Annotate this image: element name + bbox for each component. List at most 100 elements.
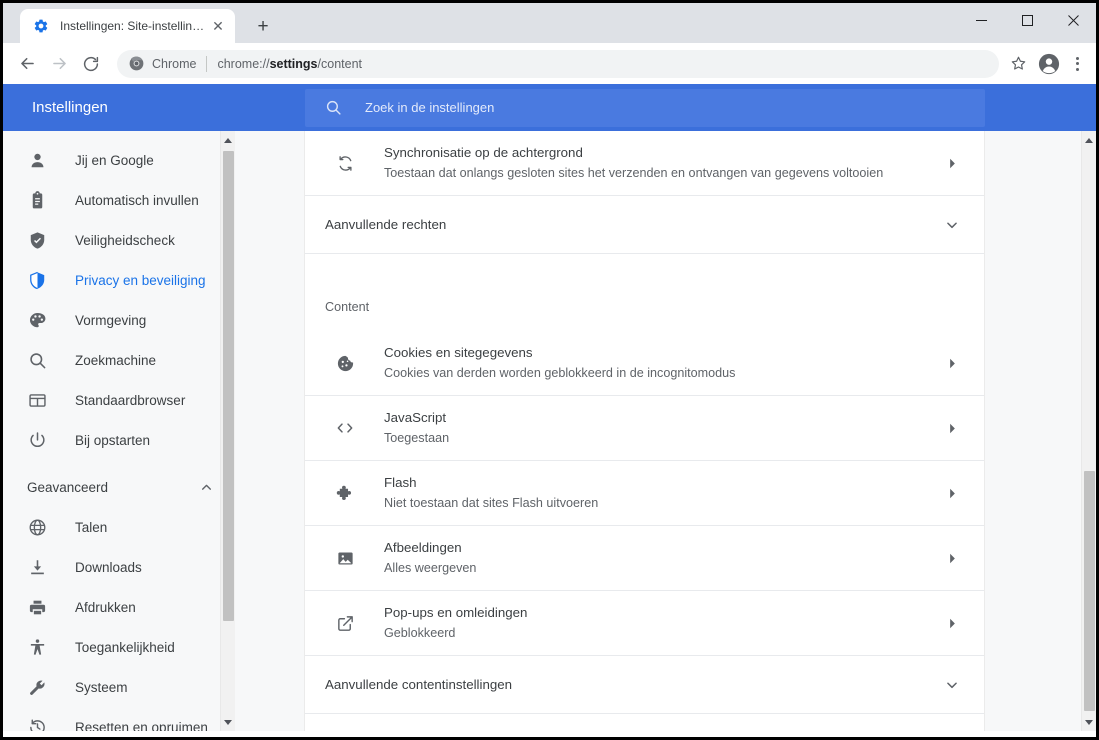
close-icon[interactable] [1050, 3, 1096, 37]
setting-subtitle: Toegestaan [384, 429, 942, 448]
chevron-right-icon[interactable] [942, 423, 962, 434]
sidebar-item-label: Bij opstarten [75, 433, 150, 448]
setting-subtitle: Alles weergeven [384, 559, 942, 578]
setting-row-afbeeldingen[interactable]: Afbeeldingen Alles weergeven [305, 526, 984, 591]
sidebar-item-veiligheidscheck[interactable]: Veiligheidscheck [3, 220, 235, 260]
accessibility-icon [27, 637, 47, 657]
shield-half-icon [27, 270, 47, 290]
chrome-logo-icon [129, 56, 144, 71]
sidebar-item-bij-opstarten[interactable]: Bij opstarten [3, 420, 235, 460]
browser-window: Instellingen: Site-instellingen ✕ + [3, 3, 1096, 737]
sidebar-item-privacy-en-beveiliging[interactable]: Privacy en beveiliging [3, 260, 235, 300]
sidebar-group-label: Geavanceerd [27, 480, 200, 495]
sidebar-item-label: Zoekmachine [75, 353, 156, 368]
setting-title: Afbeeldingen [384, 538, 942, 557]
setting-row-background-sync[interactable]: Synchronisatie op de achtergrond Toestaa… [305, 131, 984, 196]
chevron-right-icon[interactable] [942, 488, 962, 499]
back-arrow-icon[interactable] [11, 48, 43, 80]
setting-title: Cookies en sitegegevens [384, 343, 942, 362]
scroll-up-icon[interactable] [1082, 132, 1096, 148]
sidebar-group-geavanceerd[interactable]: Geavanceerd [3, 467, 235, 507]
address-bar[interactable]: Chrome chrome://settings/content [117, 50, 999, 78]
search-input[interactable]: Zoek in de instellingen [305, 89, 985, 127]
sidebar-item-systeem[interactable]: Systeem [3, 667, 235, 707]
omnibox-url: chrome://settings/content [217, 57, 989, 71]
sidebar-item-resetten-en-opruimen[interactable]: Resetten en opruimen [3, 707, 235, 731]
setting-row-text: Pop-ups en omleidingen Geblokkeerd [384, 603, 942, 643]
sync-icon [335, 153, 355, 173]
chevron-right-icon[interactable] [942, 618, 962, 629]
section-header-content: Content [305, 254, 984, 331]
sidebar-item-vormgeving[interactable]: Vormgeving [3, 300, 235, 340]
chevron-right-icon[interactable] [942, 358, 962, 369]
chevron-down-icon[interactable] [942, 218, 962, 232]
forward-arrow-icon[interactable] [43, 48, 75, 80]
sidebar-item-label: Standaardbrowser [75, 393, 185, 408]
person-icon [27, 150, 47, 170]
maximize-icon[interactable] [1004, 3, 1050, 37]
search-icon [325, 99, 342, 116]
setting-title: Synchronisatie op de achtergrond [384, 143, 942, 162]
main-scrollbar[interactable] [1081, 131, 1096, 731]
search-placeholder: Zoek in de instellingen [365, 100, 494, 115]
sidebar-item-label: Talen [75, 520, 107, 535]
sidebar-item-jij-en-google[interactable]: Jij en Google [3, 140, 235, 180]
reload-icon[interactable] [75, 48, 107, 80]
expand-row-aanvullende-contentinstellingen[interactable]: Aanvullende contentinstellingen [305, 656, 984, 714]
code-brackets-icon [335, 418, 355, 438]
sidebar-item-zoekmachine[interactable]: Zoekmachine [3, 340, 235, 380]
setting-title: Pop-ups en omleidingen [384, 603, 942, 622]
setting-subtitle: Toestaan dat onlangs gesloten sites het … [384, 164, 942, 183]
content-area: Jij en Google Automatisch invullen Veili… [3, 131, 1096, 731]
chevron-down-icon[interactable] [942, 678, 962, 692]
external-link-icon [335, 613, 355, 633]
sidebar-item-afdrukken[interactable]: Afdrukken [3, 587, 235, 627]
url-bold: settings [270, 57, 318, 71]
gear-icon [33, 18, 49, 34]
setting-row-popups[interactable]: Pop-ups en omleidingen Geblokkeerd [305, 591, 984, 656]
chevron-right-icon[interactable] [942, 158, 962, 169]
printer-icon [27, 597, 47, 617]
new-tab-button[interactable]: + [249, 12, 277, 40]
setting-title: JavaScript [384, 408, 942, 427]
expand-row-aanvullende-rechten[interactable]: Aanvullende rechten [305, 196, 984, 254]
tab-strip: Instellingen: Site-instellingen ✕ + [3, 3, 1096, 43]
setting-row-text: Cookies en sitegegevens Cookies van derd… [384, 343, 942, 383]
settings-main-panel: Synchronisatie op de achtergrond Toestaa… [235, 131, 1096, 731]
three-dots-icon[interactable] [1064, 48, 1090, 80]
chevron-right-icon[interactable] [942, 553, 962, 564]
minimize-icon[interactable] [958, 3, 1004, 37]
star-icon[interactable] [1005, 51, 1031, 77]
sidebar-item-label: Afdrukken [75, 600, 136, 615]
sidebar-scrollbar[interactable] [220, 131, 235, 731]
sidebar-item-label: Automatisch invullen [75, 193, 199, 208]
scroll-down-icon[interactable] [1082, 714, 1096, 730]
sidebar-item-talen[interactable]: Talen [3, 507, 235, 547]
browser-tab[interactable]: Instellingen: Site-instellingen ✕ [20, 9, 235, 43]
setting-row-javascript[interactable]: JavaScript Toegestaan [305, 396, 984, 461]
sidebar-item-label: Vormgeving [75, 313, 146, 328]
sidebar-item-standaardbrowser[interactable]: Standaardbrowser [3, 380, 235, 420]
sidebar-item-label: Privacy en beveiliging [75, 273, 206, 288]
sidebar-item-downloads[interactable]: Downloads [3, 547, 235, 587]
globe-icon [27, 517, 47, 537]
main-scrollbar-thumb[interactable] [1084, 471, 1095, 711]
avatar-icon[interactable] [1034, 49, 1064, 79]
setting-row-flash[interactable]: Flash Niet toestaan dat sites Flash uitv… [305, 461, 984, 526]
expand-label: Aanvullende rechten [325, 217, 942, 232]
sidebar-item-automatisch-invullen[interactable]: Automatisch invullen [3, 180, 235, 220]
settings-card: Synchronisatie op de achtergrond Toestaa… [304, 131, 985, 731]
scroll-down-icon[interactable] [221, 714, 235, 730]
chevron-up-icon [200, 481, 213, 494]
sidebar-item-label: Toegankelijkheid [75, 640, 175, 655]
page-title: Instellingen [3, 99, 305, 116]
sidebar-item-toegankelijkheid[interactable]: Toegankelijkheid [3, 627, 235, 667]
puzzle-piece-icon [335, 483, 355, 503]
tab-close-icon[interactable]: ✕ [209, 17, 227, 35]
browser-window-icon [27, 390, 47, 410]
scroll-up-icon[interactable] [221, 132, 235, 148]
setting-row-cookies[interactable]: Cookies en sitegegevens Cookies van derd… [305, 331, 984, 396]
sidebar-scrollbar-thumb[interactable] [223, 151, 234, 621]
download-icon [27, 557, 47, 577]
omnibox-scheme-label: Chrome [152, 57, 196, 71]
